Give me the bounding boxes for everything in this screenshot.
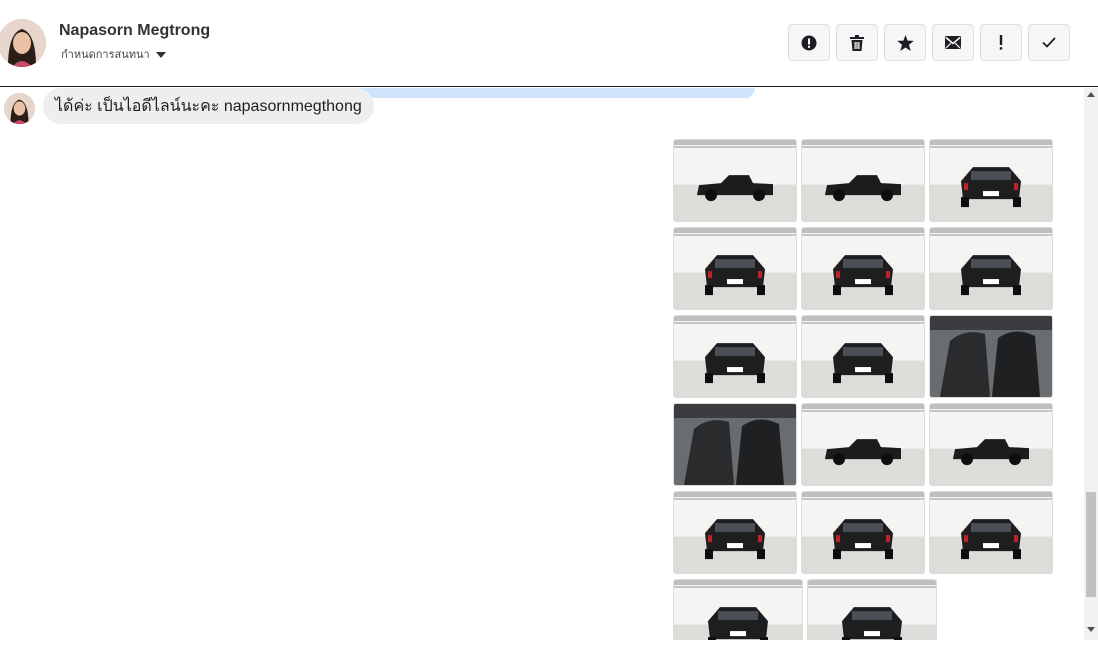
check-icon: [1042, 37, 1056, 48]
contact-avatar[interactable]: [0, 19, 46, 67]
trash-icon: [850, 34, 864, 51]
scroll-up-arrow-icon[interactable]: [1087, 92, 1095, 97]
caret-down-icon: [155, 51, 166, 58]
gallery-photo[interactable]: [673, 315, 797, 398]
gallery-photo[interactable]: [801, 403, 925, 486]
done-button[interactable]: [1028, 24, 1070, 61]
gallery-photo[interactable]: [807, 579, 937, 640]
gallery-photo[interactable]: [801, 491, 925, 574]
scroll-down-arrow-icon[interactable]: [1087, 627, 1095, 632]
important-button[interactable]: [980, 24, 1022, 61]
vertical-scrollbar[interactable]: [1084, 88, 1098, 640]
gallery-photo[interactable]: [673, 491, 797, 574]
conversation-schedule-dropdown[interactable]: กำหนดการสนทนา: [61, 45, 166, 63]
gallery-photo[interactable]: [673, 227, 797, 310]
sender-avatar: [4, 93, 35, 124]
gallery-photo[interactable]: [673, 139, 797, 222]
conversation-toolbar: [788, 24, 1070, 61]
gallery-photo[interactable]: [929, 139, 1053, 222]
gallery-photo[interactable]: [929, 315, 1053, 398]
star-icon: [896, 34, 914, 51]
gallery-photo[interactable]: [801, 227, 925, 310]
schedule-label: กำหนดการสนทนา: [61, 49, 150, 61]
scrollbar-thumb[interactable]: [1086, 492, 1096, 597]
gallery-photo[interactable]: [673, 403, 797, 486]
star-button[interactable]: [884, 24, 926, 61]
conversation-header: Napasorn Megtrong กำหนดการสนทนา: [0, 0, 1098, 87]
gallery-photo[interactable]: [801, 315, 925, 398]
gallery-photo[interactable]: [929, 491, 1053, 574]
bottom-strip: [0, 640, 1098, 649]
contact-name[interactable]: Napasorn Megtrong: [59, 22, 210, 40]
gallery-photo[interactable]: [929, 403, 1053, 486]
gallery-photo[interactable]: [929, 227, 1053, 310]
gallery-photo[interactable]: [673, 579, 803, 640]
message-thread[interactable]: ได้ค่ะ เป็นไอดีไลน์นะคะ napasornmegthong: [0, 88, 1084, 640]
message-bubble[interactable]: ได้ค่ะ เป็นไอดีไลน์นะคะ napasornmegthong: [43, 88, 374, 124]
envelope-icon: [945, 36, 961, 49]
exclamation-icon: [999, 35, 1003, 50]
delete-button[interactable]: [836, 24, 878, 61]
spam-button[interactable]: [788, 24, 830, 61]
gallery-photo[interactable]: [801, 139, 925, 222]
message-text: ได้ค่ะ เป็นไอดีไลน์นะคะ napasornmegthong: [55, 97, 362, 115]
alert-circle-icon: [801, 35, 817, 50]
mark-unread-button[interactable]: [932, 24, 974, 61]
